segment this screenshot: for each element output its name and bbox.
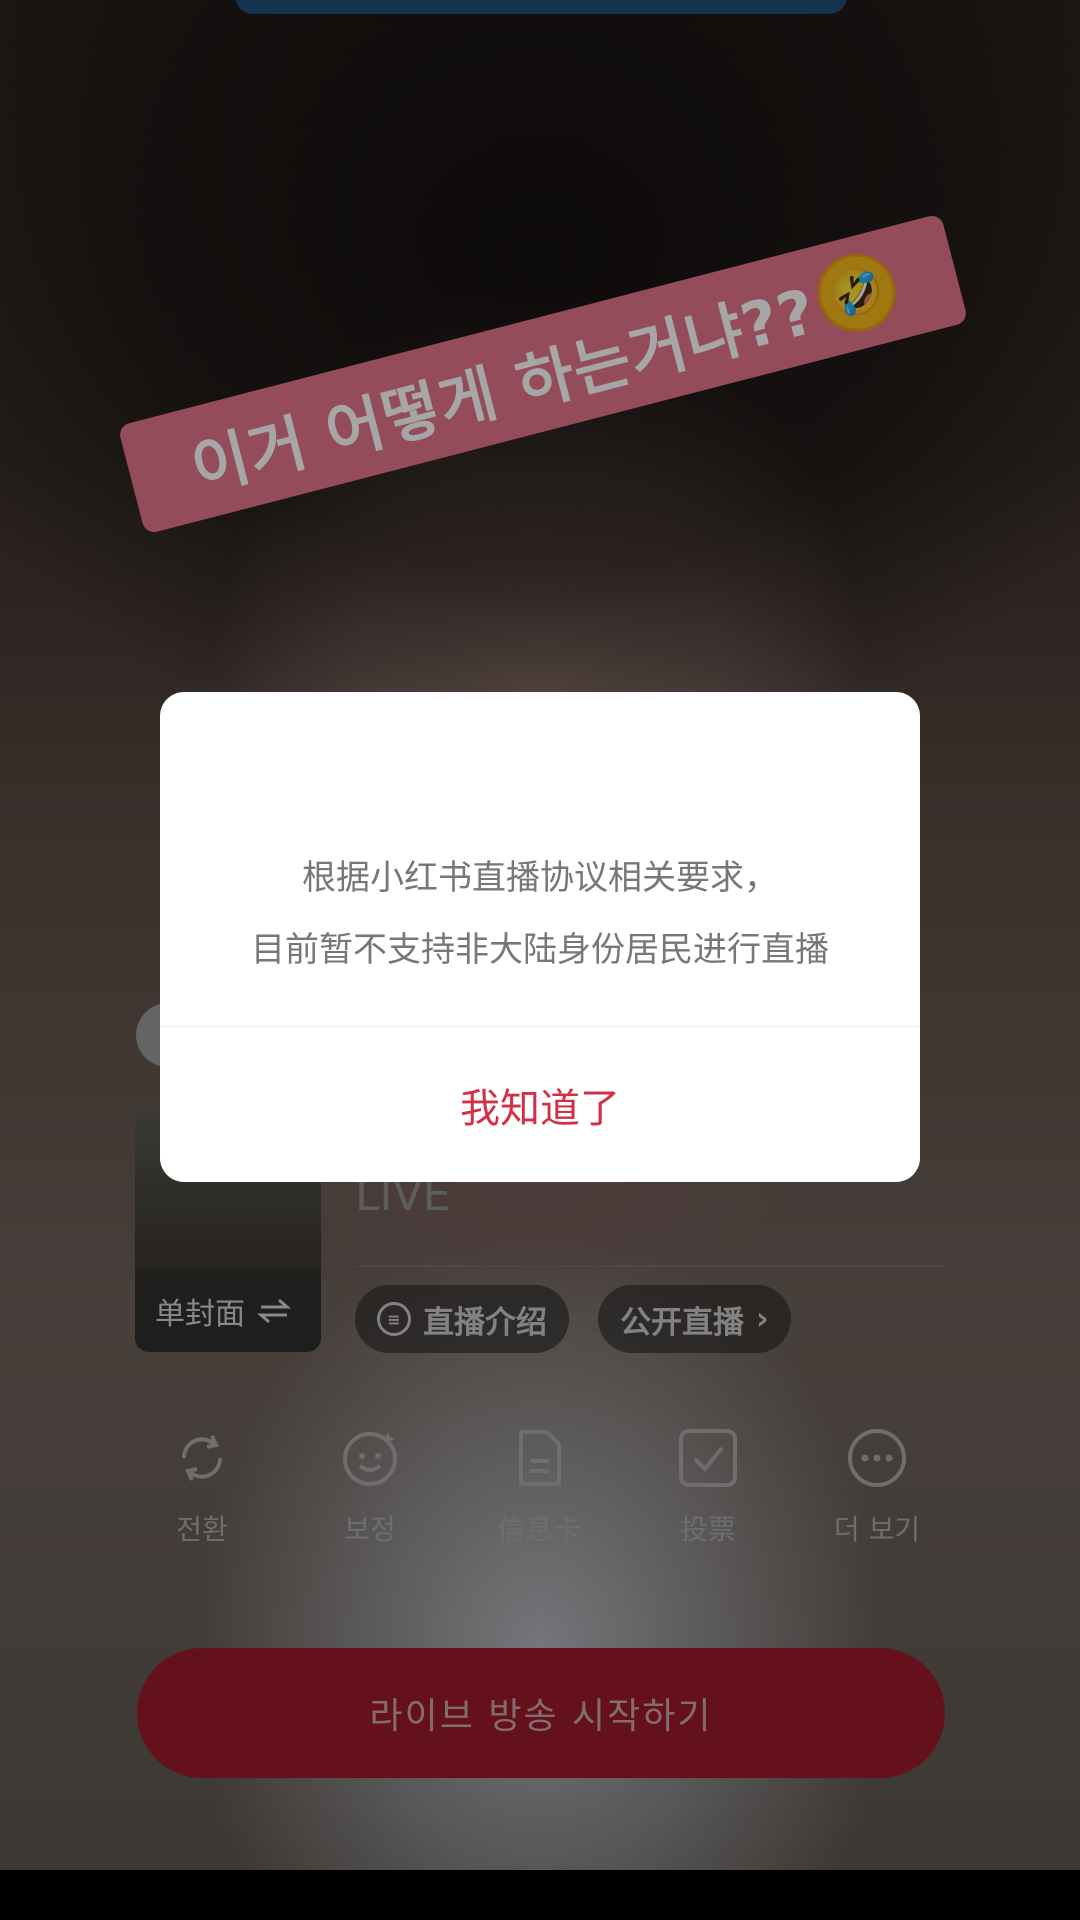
dialog-message-line: 根据小红书直播协议相关要求， <box>302 858 778 898</box>
dialog-message-line: 目前暂不支持非大陆身份居民进行直播 <box>251 930 829 970</box>
navigation-bar-area <box>0 1870 1080 1920</box>
dialog-confirm-button[interactable]: 我知道了 <box>160 1027 920 1182</box>
dialog-message: 根据小红书直播协议相关要求， 目前暂不支持非大陆身份居民进行直播 <box>160 842 920 986</box>
restriction-dialog: 根据小红书直播协议相关要求， 目前暂不支持非大陆身份居民进行直播 我知道了 <box>160 692 920 1182</box>
